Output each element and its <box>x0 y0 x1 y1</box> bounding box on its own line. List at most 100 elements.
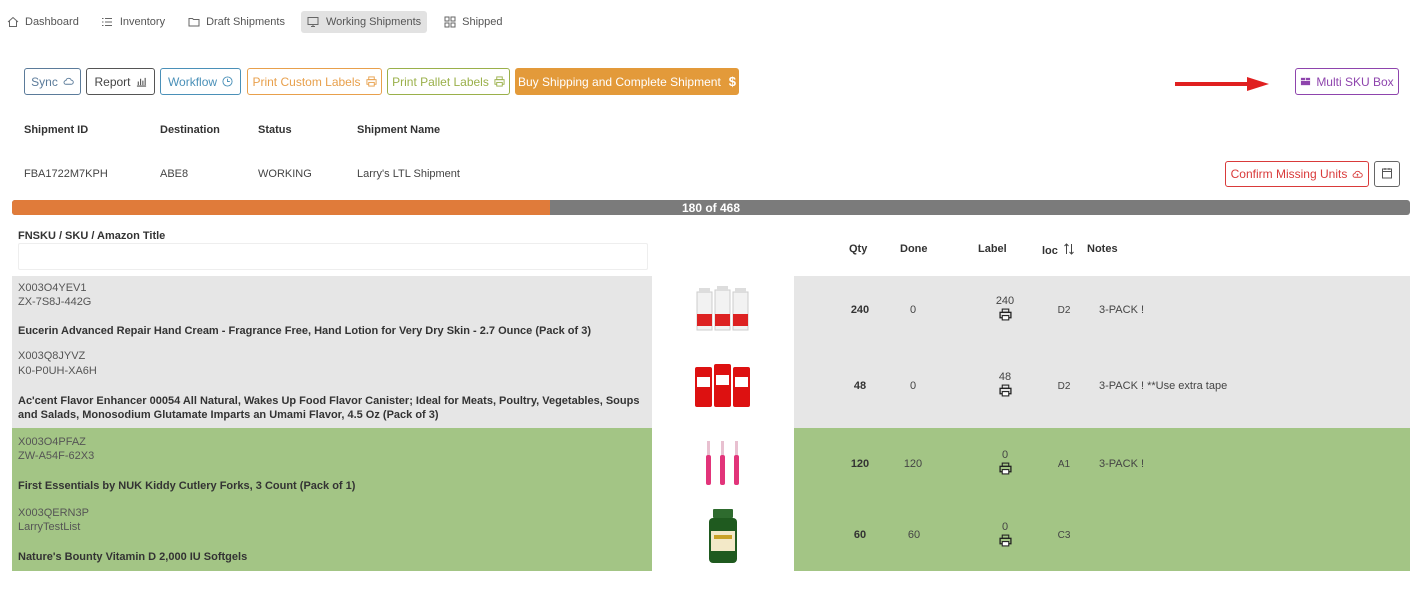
nav-shipped[interactable]: Shipped <box>437 11 508 33</box>
shipment-destination: ABE8 <box>160 168 189 180</box>
grid-icon <box>443 16 456 29</box>
row-loc: D2 <box>1057 381 1071 392</box>
nav-label: Dashboard <box>25 16 79 28</box>
row-notes: 3-PACK ! **Use extra tape <box>1099 380 1228 392</box>
workflow-label: Workflow <box>167 74 218 89</box>
row-loc: C3 <box>1057 530 1071 541</box>
workflow-button[interactable]: Workflow <box>160 68 241 95</box>
row-label-count: 48 <box>998 371 1012 383</box>
row-loc: A1 <box>1057 459 1071 470</box>
row-done: 120 <box>903 458 923 470</box>
col-header-loc-label: loc <box>1042 244 1058 257</box>
printer-icon <box>998 384 1012 397</box>
nav-label: Inventory <box>119 16 166 28</box>
shipment-progress-bar: 180 of 468 <box>12 200 1410 215</box>
row-qty: 120 <box>850 458 870 470</box>
product-image-red-canisters <box>652 344 794 428</box>
calendar-button[interactable] <box>1374 161 1400 187</box>
row-notes: 3-PACK ! <box>1099 458 1145 470</box>
table-row[interactable]: X003O4PFAZ ZW-A54F-62X3 First Essentials… <box>12 428 1410 500</box>
printer-icon <box>365 76 377 87</box>
col-header-qty[interactable]: Qty <box>849 243 867 255</box>
nav-draft-shipments[interactable]: Draft Shipments <box>181 11 291 33</box>
table-row[interactable]: X003Q8JYVZ K0-P0UH-XA6H Ac'cent Flavor E… <box>12 344 1410 428</box>
cloud-upload-icon <box>1352 169 1364 180</box>
row-info: X003O4YEV1 ZX-7S8J-442G Eucerin Advanced… <box>12 276 652 344</box>
list-icon <box>101 16 114 29</box>
cloud-sync-icon <box>63 76 74 87</box>
row-done: 0 <box>909 304 917 316</box>
row-label-print[interactable]: 240 <box>985 295 1025 321</box>
shipment-name: Larry's LTL Shipment <box>357 168 460 180</box>
printer-icon <box>998 462 1012 475</box>
table-row[interactable]: X003QERN3P LarryTestList Nature's Bounty… <box>12 500 1410 571</box>
row-loc: D2 <box>1057 305 1071 316</box>
multi-sku-box-button[interactable]: Multi SKU Box <box>1295 68 1399 95</box>
row-fnsku: X003O4YEV1 <box>18 282 87 294</box>
row-details: 240 0 240 D2 3-PACK ! <box>794 276 1410 344</box>
header-status: Status <box>258 124 292 136</box>
report-button[interactable]: Report <box>86 68 155 95</box>
print-pallet-labels-button[interactable]: Print Pallet Labels <box>387 68 510 95</box>
red-arrow-annotation <box>1175 77 1269 91</box>
row-label-count: 0 <box>1001 449 1009 461</box>
col-header-label[interactable]: Label <box>978 243 1007 255</box>
col-header-loc[interactable]: loc <box>1042 243 1075 258</box>
home-icon <box>6 16 19 29</box>
top-nav: Dashboard Inventory Draft Shipments Work… <box>0 11 519 33</box>
sync-button[interactable]: Sync <box>24 68 81 95</box>
calendar-icon <box>1381 167 1393 182</box>
confirm-missing-units-button[interactable]: Confirm Missing Units <box>1225 161 1369 187</box>
row-title: First Essentials by NUK Kiddy Cutlery Fo… <box>18 480 356 492</box>
row-sku: K0-P0UH-XA6H <box>18 365 97 377</box>
nav-label: Shipped <box>462 16 503 28</box>
row-label-print[interactable]: 48 <box>985 371 1025 397</box>
row-label-count: 0 <box>1001 521 1009 533</box>
row-label-print[interactable]: 0 <box>985 449 1025 475</box>
row-qty: 240 <box>850 304 870 316</box>
nav-label: Draft Shipments <box>206 16 285 28</box>
row-details: 120 120 0 A1 3-PACK ! <box>794 428 1410 500</box>
row-done: 0 <box>909 380 917 392</box>
sync-label: Sync <box>31 74 58 89</box>
row-fnsku: X003Q8JYVZ <box>18 350 86 362</box>
product-image-hand-cream <box>652 276 794 344</box>
printer-icon <box>494 76 505 87</box>
header-shipment-name: Shipment Name <box>357 124 441 136</box>
row-sku: ZX-7S8J-442G <box>18 296 92 308</box>
print-custom-labels-button[interactable]: Print Custom Labels <box>247 68 382 95</box>
product-image-vitamin-bottle <box>652 500 794 571</box>
row-title: Nature's Bounty Vitamin D 2,000 IU Softg… <box>18 551 248 563</box>
header-destination: Destination <box>160 124 220 136</box>
row-qty: 48 <box>853 380 867 392</box>
nav-label: Working Shipments <box>325 16 422 28</box>
table-row[interactable]: X003O4YEV1 ZX-7S8J-442G Eucerin Advanced… <box>12 276 1410 344</box>
row-notes: 3-PACK ! <box>1099 304 1145 316</box>
buy-shipping-button[interactable]: Buy Shipping and Complete Shipment $ <box>515 68 739 95</box>
row-fnsku: X003QERN3P <box>18 507 89 519</box>
row-sku: LarryTestList <box>18 521 81 533</box>
printer-icon <box>998 308 1012 321</box>
print-custom-label: Print Custom Labels <box>252 74 361 89</box>
nav-working-shipments[interactable]: Working Shipments <box>300 11 428 33</box>
report-label: Report <box>94 74 131 89</box>
row-label-print[interactable]: 0 <box>985 521 1025 547</box>
row-info: X003QERN3P LarryTestList Nature's Bounty… <box>12 500 652 571</box>
row-sku: ZW-A54F-62X3 <box>18 450 95 462</box>
row-info: X003O4PFAZ ZW-A54F-62X3 First Essentials… <box>12 428 652 500</box>
sort-icon <box>1063 243 1075 258</box>
progress-label: 180 of 468 <box>681 200 741 215</box>
row-info: X003Q8JYVZ K0-P0UH-XA6H Ac'cent Flavor E… <box>12 344 652 428</box>
printer-icon <box>998 534 1012 547</box>
fnsku-filter-input[interactable] <box>18 243 648 270</box>
row-details: 60 60 0 C3 <box>794 500 1410 571</box>
col-header-done[interactable]: Done <box>900 243 928 255</box>
buy-shipping-label: Buy Shipping and Complete Shipment <box>517 74 721 89</box>
boxes-icon <box>1300 76 1311 87</box>
row-qty: 60 <box>853 529 867 541</box>
nav-dashboard[interactable]: Dashboard <box>0 11 85 33</box>
nav-inventory[interactable]: Inventory <box>95 11 171 33</box>
monitor-icon <box>307 16 320 29</box>
shipment-id: FBA1722M7KPH <box>24 168 108 180</box>
print-pallet-label: Print Pallet Labels <box>392 74 489 89</box>
